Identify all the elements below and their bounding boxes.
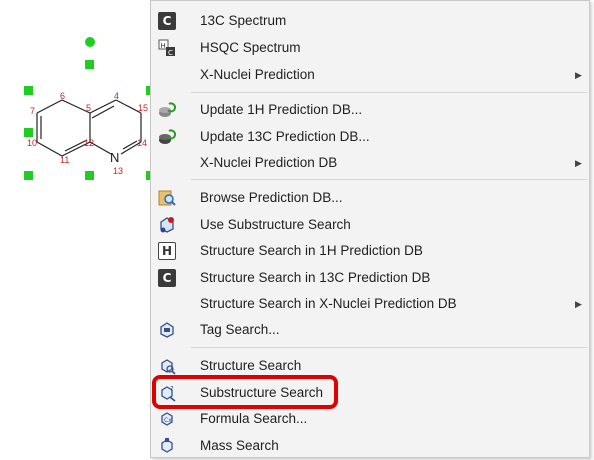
atom-labels: 7 6 5 4 15 10 11 12 N 13 14 [27, 91, 148, 176]
molecule-drawing[interactable]: 7 6 5 4 15 10 11 12 N 13 14 [0, 0, 150, 200]
menu-item-tag-search[interactable]: Tag Search... [151, 317, 589, 343]
selection-handle-left[interactable] [24, 128, 33, 137]
menu-item-structure-search-x-nuclei-db[interactable]: Structure Search in X-Nuclei Prediction … [151, 291, 589, 317]
menu-item-x-nuclei-prediction[interactable]: X-Nuclei Prediction ▶ [151, 62, 589, 88]
menu-item-browse-prediction-db[interactable]: Browse Prediction DB... [151, 185, 589, 211]
atom-label: 7 [30, 106, 35, 116]
menu-item-use-substructure-search[interactable]: Use Substructure Search [151, 212, 589, 238]
selection-handle-top-left[interactable] [24, 86, 33, 95]
svg-text:Cx: Cx [164, 417, 172, 424]
menu-separator [191, 92, 587, 93]
submenu-arrow-icon: ▶ [575, 70, 582, 80]
menu-item-mass-search[interactable]: Mass Search [151, 433, 589, 459]
structure-search-icon [158, 357, 176, 375]
svg-text:?: ? [170, 385, 174, 393]
menu-item-structure-search-1h-db[interactable]: H Structure Search in 1H Prediction DB [151, 238, 589, 264]
atom-label: 10 [27, 138, 37, 148]
rotate-handle[interactable] [85, 37, 95, 47]
selection-handle-bottom[interactable] [85, 171, 94, 180]
context-menu: C 13C Spectrum HC HSQC Spectrum X-Nuclei… [150, 0, 590, 458]
selection-handle-bottom-left[interactable] [24, 171, 33, 180]
menu-item-update-13c-prediction-db[interactable]: Update 13C Prediction DB... [151, 124, 589, 150]
substructure-use-icon [158, 216, 176, 234]
menu-item-structure-search-13c-db[interactable]: C Structure Search in 13C Prediction DB [151, 265, 589, 291]
menu-item-substructure-search[interactable]: ? Substructure Search [151, 380, 589, 406]
atom-label: 15 [138, 103, 148, 113]
c-search-icon: C [158, 269, 176, 287]
atom-label: 5 [86, 103, 91, 113]
menu-separator [191, 347, 587, 348]
update-db-icon [158, 101, 177, 119]
tag-search-icon [158, 321, 176, 339]
menu-item-hsqc-spectrum[interactable]: HC HSQC Spectrum [151, 35, 589, 61]
h-search-icon: H [158, 242, 176, 260]
atom-label: 11 [60, 155, 69, 165]
menu-item-13c-spectrum[interactable]: C 13C Spectrum [151, 8, 589, 34]
c13-spectrum-icon: C [158, 12, 176, 30]
mass-search-icon [158, 437, 176, 455]
svg-text:H: H [161, 42, 166, 50]
menu-item-formula-search[interactable]: Cx Formula Search... [151, 406, 589, 432]
svg-text:C: C [168, 49, 173, 57]
submenu-arrow-icon: ▶ [575, 158, 582, 168]
menu-item-x-nuclei-prediction-db[interactable]: X-Nuclei Prediction DB ▶ [151, 150, 589, 176]
menu-item-structure-search[interactable]: Structure Search [151, 353, 589, 379]
formula-search-icon: Cx [158, 410, 176, 428]
atom-label: 4 [114, 91, 119, 101]
structure-canvas[interactable]: 7 6 5 4 15 10 11 12 N 13 14 [0, 0, 150, 460]
update-db-icon [158, 128, 177, 146]
menu-separator [191, 179, 587, 180]
menu-item-update-1h-prediction-db[interactable]: Update 1H Prediction DB... [151, 97, 589, 123]
atom-label: 13 [113, 166, 123, 176]
atom-label: 6 [60, 91, 65, 101]
nitrogen-atom[interactable]: N [110, 150, 119, 165]
substructure-search-icon: ? [158, 384, 176, 402]
browse-db-icon [158, 189, 176, 207]
atom-label: 12 [84, 138, 94, 148]
submenu-arrow-icon: ▶ [575, 299, 582, 309]
selection-handle-top[interactable] [85, 60, 94, 69]
atom-label: 14 [137, 138, 147, 148]
hsqc-spectrum-icon: HC [158, 39, 176, 57]
